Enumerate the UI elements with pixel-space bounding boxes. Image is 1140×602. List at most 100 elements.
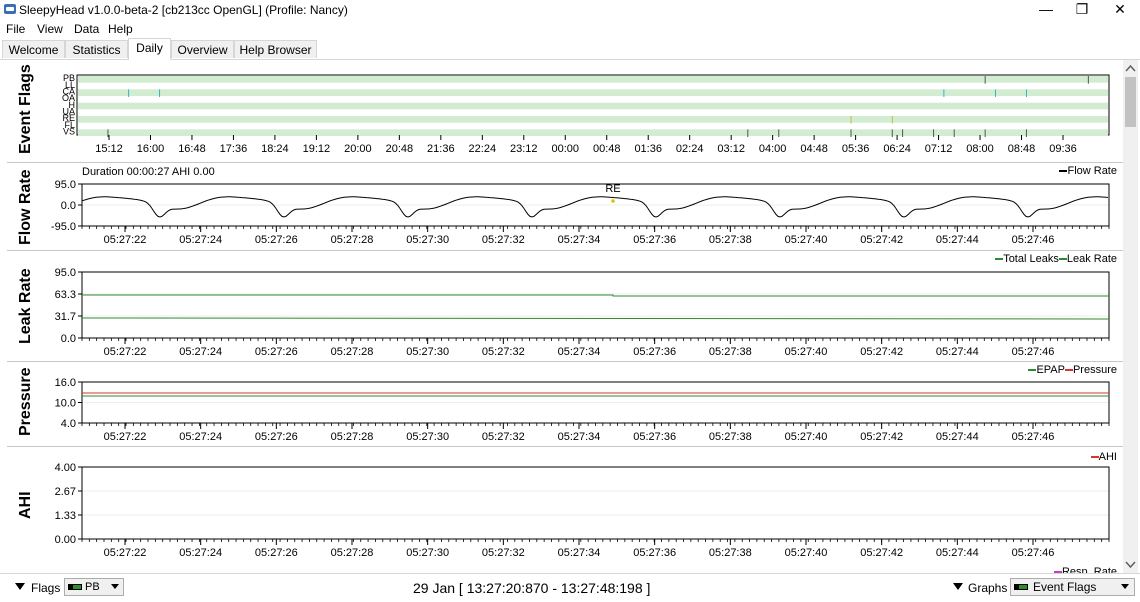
flags-label: Flags	[31, 581, 61, 595]
event-time-label: 20:48	[386, 143, 414, 155]
y-tick-label: 0.0	[61, 333, 76, 345]
event-time-label: 20:00	[344, 143, 372, 155]
event-band	[78, 116, 1108, 123]
y-tick-label: 16.0	[55, 377, 76, 389]
x-tick-label: 05:27:42	[860, 431, 903, 443]
x-tick-label: 05:27:38	[709, 547, 752, 559]
x-tick-label: 05:27:34	[558, 547, 601, 559]
x-tick-label: 05:27:44	[936, 346, 979, 358]
flags-expand-icon[interactable]	[14, 582, 26, 592]
event-time-label: 02:24	[676, 143, 704, 155]
tab-overview[interactable]: Overview	[171, 40, 234, 58]
event-time-label: 07:12	[925, 143, 953, 155]
x-tick-label: 05:27:32	[482, 346, 525, 358]
event-time-label: 17:36	[220, 143, 248, 155]
x-tick-label: 05:27:22	[104, 431, 147, 443]
menu-help[interactable]: Help	[108, 22, 133, 36]
event-time-label: 16:48	[178, 143, 206, 155]
restore-button[interactable]: ❐	[1064, 0, 1100, 20]
chevron-down-icon	[111, 584, 119, 589]
event-band	[78, 129, 1108, 136]
leak-rate-chart[interactable]: 95.0 63.3 31.7 0.0 05:27:22 05:27:24 05:27:26 0…	[7, 251, 1123, 361]
minimize-button[interactable]: —	[1028, 0, 1064, 20]
graphs-dropdown[interactable]: Event Flags	[1010, 578, 1135, 596]
title-bar: SleepyHead v1.0.0-beta-2 [cb213cc OpenGL…	[0, 0, 1140, 20]
x-tick-label: 05:27:36	[633, 431, 676, 443]
pressure-chart[interactable]: 16.0 10.0 4.0 05:27:22 05:27:24 05:27:26 05:27…	[7, 362, 1123, 446]
event-flags-chart[interactable]: PBLLCAOAHUAREFLVS15:12 16:00 16:48 17:36 18:…	[7, 60, 1123, 160]
scrollbar-thumb[interactable]	[1125, 77, 1136, 127]
scroll-down-icon[interactable]	[1123, 557, 1138, 571]
x-tick-label: 05:27:24	[179, 234, 222, 246]
event-time-label: 23:12	[510, 143, 538, 155]
menu-data[interactable]: Data	[74, 22, 99, 36]
flow-annotation: RE	[605, 183, 620, 195]
x-tick-label: 05:27:28	[331, 234, 374, 246]
event-flags-panel: Event Flags PB LL CA OA H UA RE FL VS 15:12 16:00 1…	[7, 60, 1123, 160]
graphs-swatch	[1014, 584, 1028, 590]
x-tick-label: 05:27:28	[331, 547, 374, 559]
x-tick-label: 05:27:22	[104, 234, 147, 246]
x-tick-label: 05:27:34	[558, 234, 601, 246]
flags-dropdown[interactable]: PB	[64, 578, 124, 596]
x-tick-label: 05:27:30	[406, 234, 449, 246]
event-time-label: 03:12	[717, 143, 745, 155]
event-time-label: 00:48	[593, 143, 621, 155]
x-tick-label: 05:27:32	[482, 234, 525, 246]
x-tick-label: 05:27:28	[331, 431, 374, 443]
x-tick-label: 05:27:36	[633, 234, 676, 246]
y-tick-label: 31.7	[55, 311, 76, 323]
window-title: SleepyHead v1.0.0-beta-2 [cb213cc OpenGL…	[19, 3, 348, 17]
x-tick-label: 05:27:44	[936, 234, 979, 246]
event-time-label: 19:12	[303, 143, 331, 155]
menu-file[interactable]: File	[6, 22, 25, 36]
x-tick-label: 05:27:36	[633, 547, 676, 559]
ahi-chart[interactable]: 4.00 2.67 1.33 0.00 05:27:22 05:27:24 05:27:26…	[7, 447, 1123, 567]
tab-help-browser[interactable]: Help Browser	[234, 40, 317, 58]
event-band	[78, 89, 1108, 96]
tab-statistics[interactable]: Statistics	[65, 40, 128, 58]
event-time-label: 01:36	[634, 143, 662, 155]
menu-view[interactable]: View	[37, 22, 63, 36]
scroll-up-icon[interactable]	[1123, 62, 1138, 76]
event-time-label: 00:00	[551, 143, 579, 155]
ahi-panel: AHI AHI Resp. Rate 4.00 2.67 1.33 0.00 05:27…	[7, 446, 1123, 574]
x-tick-label: 05:27:26	[255, 234, 298, 246]
y-tick-label: 0.0	[61, 200, 76, 212]
tab-daily[interactable]: Daily	[128, 38, 171, 60]
x-tick-label: 05:27:40	[785, 431, 828, 443]
x-tick-label: 05:27:46	[1012, 431, 1055, 443]
graphs-expand-icon[interactable]	[952, 582, 964, 592]
x-tick-label: 05:27:42	[860, 547, 903, 559]
flow-rate-panel: Flow Rate Duration 00:00:27 AHI 0.00 Flo…	[7, 162, 1123, 251]
leak-frame	[81, 271, 1110, 339]
event-time-label: 09:36	[1049, 143, 1077, 155]
bottom-bar: Flags PB 29 Jan [ 13:27:20:870 - 13:27:4…	[0, 573, 1140, 602]
x-tick-label: 05:27:24	[179, 431, 222, 443]
x-tick-label: 05:27:40	[785, 346, 828, 358]
y-tick-label: 4.0	[61, 418, 76, 430]
x-tick-label: 05:27:30	[406, 547, 449, 559]
leak-rate-panel: Leak Rate Total Leaks Leak Rate 95.0 63.3 3…	[7, 250, 1123, 361]
x-tick-label: 05:27:36	[633, 346, 676, 358]
y-tick-label: -95.0	[51, 221, 76, 233]
vertical-scrollbar[interactable]	[1123, 60, 1138, 573]
close-button[interactable]: ✕	[1102, 0, 1138, 20]
flow-annotation-dot	[611, 199, 615, 203]
x-tick-label: 05:27:40	[785, 547, 828, 559]
y-tick-label: 95.0	[55, 179, 76, 191]
tab-bar: Welcome Statistics Daily Overview Help B…	[0, 38, 1140, 60]
y-tick-label: 4.00	[55, 462, 76, 474]
x-tick-label: 05:27:26	[255, 547, 298, 559]
pressure-panel: Pressure EPAP Pressure 16.0 10.0 4.0 05:27:2…	[7, 361, 1123, 446]
flags-swatch	[68, 584, 82, 590]
event-band	[78, 102, 1108, 110]
event-time-label: 08:00	[966, 143, 994, 155]
x-tick-label: 05:27:34	[558, 346, 601, 358]
graphs-dropdown-value: Event Flags	[1033, 580, 1097, 594]
tab-welcome[interactable]: Welcome	[2, 40, 65, 58]
flow-rate-chart[interactable]: 95.0 0.0 -95.0 RE 05:27:22 05:27:24 05:27:26 05…	[7, 163, 1123, 251]
y-tick-label: 0.00	[55, 534, 76, 546]
x-tick-label: 05:27:24	[179, 547, 222, 559]
x-tick-label: 05:27:38	[709, 234, 752, 246]
